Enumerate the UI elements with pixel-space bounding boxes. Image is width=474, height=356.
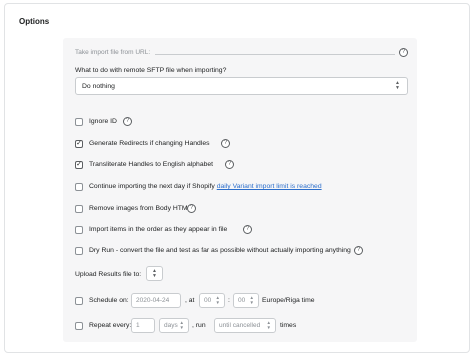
transliterate-checkbox[interactable]: ✓ <box>75 161 83 169</box>
option-label: Dry Run - convert the file and test as f… <box>89 247 351 254</box>
schedule-timezone: Europe/Riga time <box>262 297 315 304</box>
help-icon[interactable]: ? <box>225 160 234 169</box>
schedule-colon: : <box>228 297 230 304</box>
upload-label: Upload Results file to: <box>75 271 142 278</box>
option-label: Remove images from Body HTML <box>89 205 192 212</box>
repeat-checkbox[interactable] <box>75 322 83 330</box>
schedule-at-label: , at <box>185 297 195 304</box>
help-icon[interactable]: ? <box>354 246 363 255</box>
variant-limit-link[interactable]: daily Variant import limit is reached <box>217 183 322 190</box>
generate-redirects-checkbox[interactable]: ✓ <box>75 140 83 148</box>
option-label: Transliterate Handles to English alphabe… <box>89 161 214 168</box>
repeat-run-label: , run <box>192 322 206 329</box>
import-url-row[interactable]: Take import file from URL: ? <box>75 48 410 60</box>
ignore-id-checkbox[interactable] <box>75 118 83 126</box>
help-icon[interactable]: ? <box>399 48 408 57</box>
import-url-label: Take import file from URL: <box>75 49 151 56</box>
sftp-select-value: Do nothing <box>82 83 115 90</box>
schedule-label: Schedule on: <box>89 297 129 304</box>
repeat-label: Repeat every: <box>89 322 132 329</box>
options-panel: Take import file from URL: ? What to do … <box>63 38 417 342</box>
repeat-times-label: times <box>280 322 297 329</box>
section-title: Options <box>19 17 50 26</box>
option-label: Continue importing the next day if Shopi… <box>89 183 322 190</box>
upload-target-select[interactable]: ▲ ▼ <box>146 266 163 281</box>
option-label: Ignore ID <box>89 118 117 125</box>
options-card: Options Take import file from URL: ? Wha… <box>4 3 470 353</box>
import-order-checkbox[interactable] <box>75 226 83 234</box>
chevron-down-icon: ▼ <box>152 273 157 279</box>
schedule-checkbox[interactable] <box>75 297 83 305</box>
import-url-line[interactable] <box>155 54 395 55</box>
repeat-unit-select[interactable]: days ▲ ▼ <box>159 318 189 333</box>
sftp-label: What to do with remote SFTP file when im… <box>75 67 227 74</box>
help-icon[interactable]: ? <box>221 139 230 148</box>
schedule-date-input[interactable]: 2020-04-24 <box>131 293 181 308</box>
help-icon[interactable]: ? <box>243 225 252 234</box>
chevron-up-down-icon: ▲ ▼ <box>395 80 400 91</box>
continue-next-day-checkbox[interactable] <box>75 183 83 191</box>
dry-run-checkbox[interactable] <box>75 247 83 255</box>
remove-images-checkbox[interactable] <box>75 205 83 213</box>
schedule-hour-select[interactable]: 00 ▲ ▼ <box>199 293 225 308</box>
option-label: Import items in the order as they appear… <box>89 226 228 233</box>
schedule-minute-select[interactable]: 00 ▲ ▼ <box>233 293 259 308</box>
repeat-until-select[interactable]: until cancelled ▲ ▼ <box>214 318 276 333</box>
repeat-count-input[interactable]: 1 <box>131 318 155 333</box>
option-label: Generate Redirects if changing Handles <box>89 140 210 147</box>
sftp-select[interactable]: Do nothing ▲ ▼ <box>75 77 408 95</box>
help-icon[interactable]: ? <box>123 117 132 126</box>
help-icon[interactable]: ? <box>187 204 196 213</box>
